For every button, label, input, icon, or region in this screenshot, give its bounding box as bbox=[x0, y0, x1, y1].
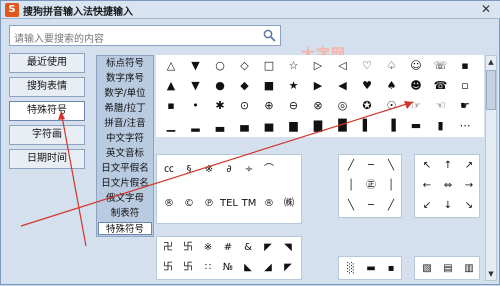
annotation-arrow-line bbox=[20, 101, 414, 227]
annotation-arrow-line bbox=[60, 110, 87, 247]
annotation-arrowhead bbox=[58, 111, 65, 120]
input-method-window: S 搜狗拼音输入法快捷输入 ✕ 请输入要搜索的内容 大字网 最近使用 搜狗表情 … bbox=[0, 0, 500, 285]
annotation-arrows bbox=[20, 101, 414, 247]
